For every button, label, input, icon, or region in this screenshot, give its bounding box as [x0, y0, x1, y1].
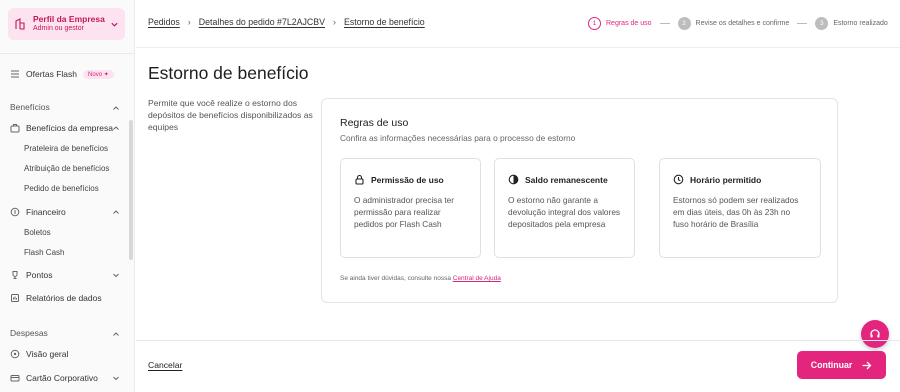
sidebar-item-label: Relatórios de dados	[26, 293, 102, 303]
breadcrumb-estorno[interactable]: Estorno de benefício	[344, 17, 425, 27]
chevron-right-icon: ›	[187, 17, 191, 27]
step-label-2: Revise os detalhes e confirme	[695, 20, 790, 27]
card-icon	[10, 375, 20, 382]
sidebar-item-relatorios[interactable]: Relatórios de dados	[10, 291, 102, 305]
support-button[interactable]	[861, 320, 889, 348]
sidebar-scrollbar[interactable]	[129, 120, 133, 260]
footer-divider	[136, 340, 900, 341]
sidebar-subitem-flash-cash[interactable]: Flash Cash	[24, 248, 64, 257]
rule-title: Saldo remanescente	[525, 174, 608, 185]
sidebar-subitem-boletos[interactable]: Boletos	[24, 228, 51, 237]
rule-text: Estornos só podem ser realizados em dias…	[673, 195, 799, 229]
card-title: Regras de uso	[340, 117, 409, 129]
sidebar-item-cartao-corporativo[interactable]: Cartão Corporativo	[10, 371, 98, 385]
help-center-link[interactable]: Central de Ajuda	[453, 275, 501, 282]
help-prefix: Se ainda tiver dúvidas, consulte nossa	[340, 275, 451, 282]
card-subtitle: Confira as informações necessárias para …	[340, 133, 576, 143]
trophy-icon	[12, 271, 18, 279]
building-icon	[15, 18, 25, 30]
chevron-down-icon[interactable]	[112, 271, 120, 279]
page-title: Estorno de benefício	[148, 63, 309, 83]
continue-button[interactable]: Continuar	[797, 351, 886, 379]
sidebar-item-label: Benefícios da empresa	[26, 123, 113, 133]
arrow-right-icon	[862, 361, 872, 369]
rule-card-saldo: Saldo remanescente O estorno não garante…	[494, 158, 635, 258]
chevron-up-icon[interactable]	[112, 104, 120, 112]
sidebar-item-pontos[interactable]: Pontos	[10, 268, 52, 282]
topbar: Pedidos › Detalhes do pedido #7L2AJCBV ›…	[136, 0, 900, 48]
rule-title: Permissão de uso	[371, 174, 444, 185]
sidebar-item-label: Visão geral	[26, 349, 69, 359]
step-label-3: Estorno realizado	[833, 20, 888, 27]
chevron-down-icon[interactable]	[112, 374, 120, 382]
coin-icon	[10, 207, 20, 217]
lock-icon	[355, 174, 364, 185]
sidebar-subitem-pedido[interactable]: Pedido de benefícios	[24, 184, 99, 193]
sidebar-item-ofertas-flash[interactable]: Ofertas Flash Novo ✦	[10, 67, 114, 81]
list-icon	[11, 70, 19, 78]
step-label-1: Regras de uso	[606, 20, 652, 27]
rule-card-horario: Horário permitido Estornos só podem ser …	[659, 158, 821, 258]
rules-card: Regras de uso Confira as informações nec…	[321, 98, 838, 303]
eye-icon	[10, 349, 20, 359]
rule-card-permissao: Permissão de uso O administrador precisa…	[340, 158, 481, 258]
step-number-1: 1	[588, 17, 601, 30]
half-circle-icon	[508, 174, 519, 185]
sidebar-subitem-atribuicao[interactable]: Atribuição de benefícios	[24, 164, 109, 173]
cancel-button[interactable]: Cancelar	[148, 360, 182, 370]
active-indicator	[10, 118, 12, 136]
page-description: Permite que você realize o estorno dos d…	[148, 98, 313, 132]
sidebar-item-visao-geral[interactable]: Visão geral	[10, 347, 68, 361]
breadcrumb: Pedidos › Detalhes do pedido #7L2AJCBV ›…	[148, 17, 425, 27]
sidebar-subitem-prateleira[interactable]: Prateleira de benefícios	[24, 144, 108, 153]
chevron-up-icon[interactable]	[112, 208, 120, 216]
breadcrumb-detalhes-pedido[interactable]: Detalhes do pedido #7L2AJCBV	[199, 17, 325, 27]
sidebar-item-label: Financeiro	[26, 207, 66, 217]
sidebar-item-label: Ofertas Flash	[26, 69, 78, 79]
sidebar-item-financeiro[interactable]: Financeiro	[10, 205, 66, 219]
profile-role: Admin ou gestor	[33, 24, 84, 32]
profile-switcher[interactable]: Perfil da Empresa Admin ou gestor	[8, 8, 125, 40]
sidebar: Perfil da Empresa Admin ou gestor Oferta…	[0, 0, 135, 392]
rule-text: O administrador precisa ter permissão pa…	[354, 195, 455, 229]
continue-label: Continuar	[810, 360, 853, 370]
stepper: 1 Regras de uso 2 Revise os detalhes e c…	[588, 17, 888, 30]
chevron-down-icon	[111, 22, 118, 27]
step-number-3: 3	[815, 17, 829, 30]
sidebar-section-beneficios[interactable]: Benefícios	[10, 102, 50, 112]
step-number-2: 2	[677, 17, 691, 30]
sidebar-item-label: Pontos	[26, 270, 53, 280]
new-badge: Novo ✦	[83, 69, 114, 79]
chevron-up-icon[interactable]	[112, 124, 120, 132]
chevron-up-icon[interactable]	[112, 330, 120, 338]
sidebar-item-label: Cartão Corporativo	[26, 373, 98, 383]
chevron-right-icon: ›	[332, 17, 336, 27]
step-connector	[797, 23, 808, 24]
step-connector	[659, 23, 670, 24]
headset-icon	[870, 329, 880, 338]
help-text: Se ainda tiver dúvidas, consulte nossa C…	[340, 275, 501, 282]
sidebar-divider	[0, 53, 134, 54]
breadcrumb-pedidos[interactable]: Pedidos	[148, 17, 180, 27]
clock-icon	[673, 174, 684, 185]
rule-text: O estorno não garante a devolução integr…	[508, 195, 621, 229]
rule-title: Horário permitido	[690, 174, 762, 185]
report-icon	[11, 294, 19, 302]
profile-name: Perfil da Empresa	[33, 14, 105, 25]
sidebar-section-despesas[interactable]: Despesas	[10, 328, 48, 338]
sidebar-item-beneficios-empresa[interactable]: Benefícios da empresa	[10, 121, 113, 135]
